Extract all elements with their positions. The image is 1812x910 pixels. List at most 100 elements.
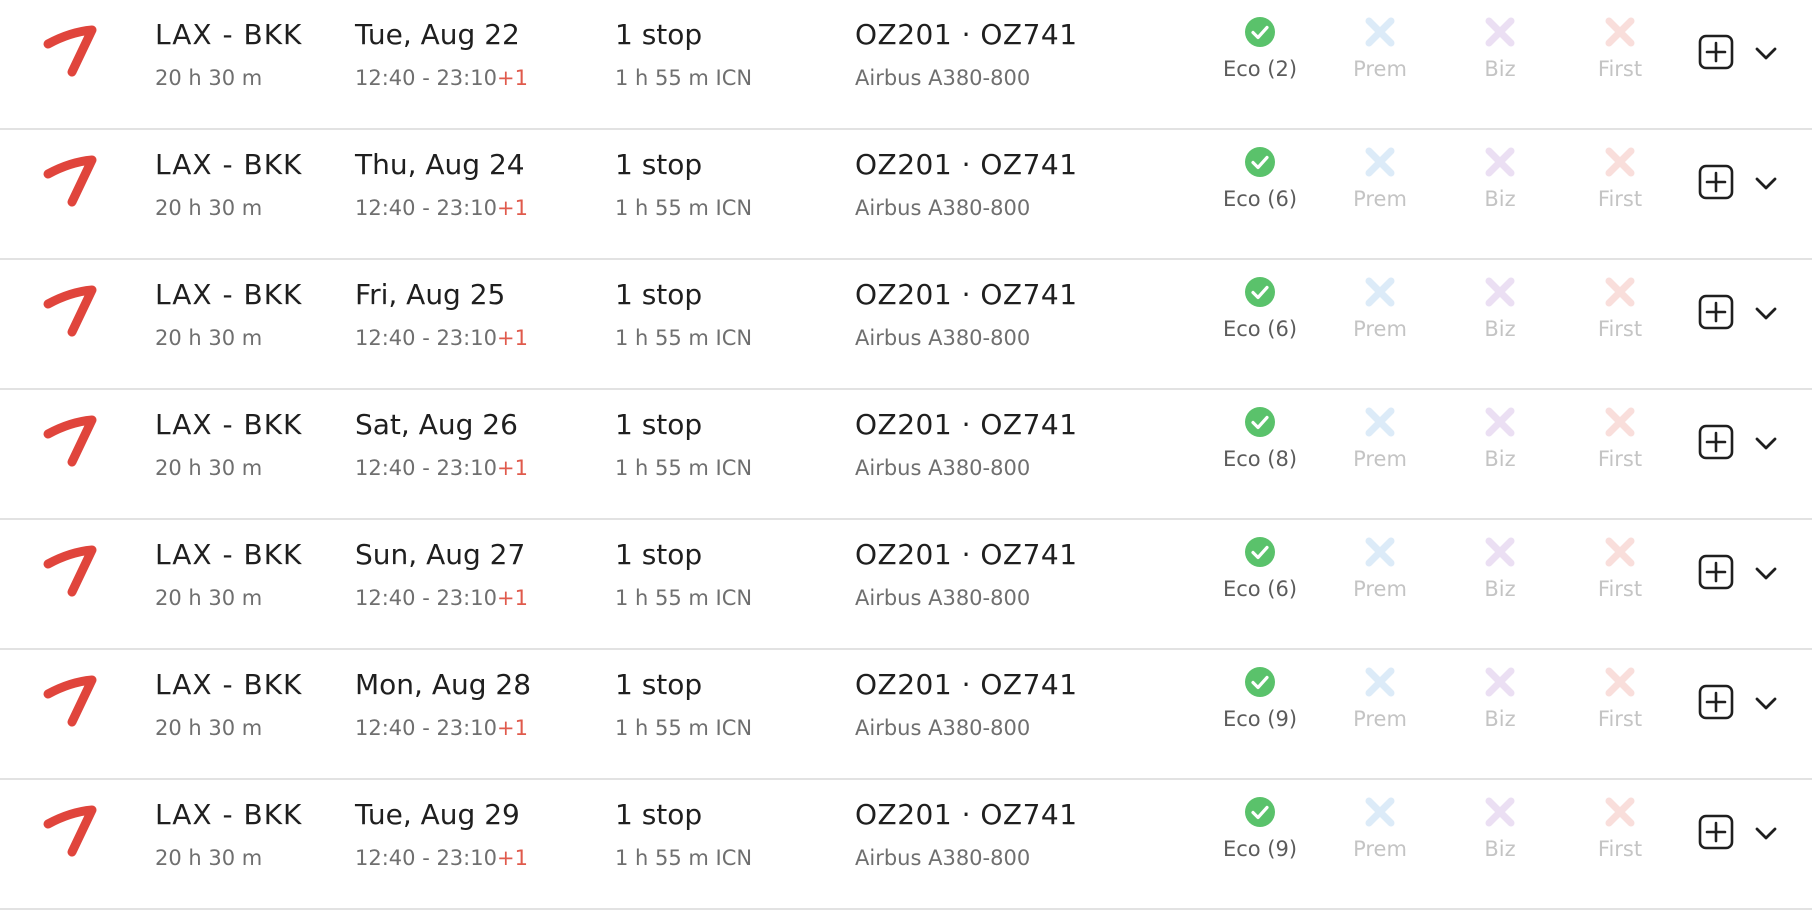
chevron-down-icon[interactable] — [1752, 300, 1780, 328]
flight-row[interactable]: LAX - BKK 20 h 30 m Fri, Aug 25 12:40 - … — [0, 260, 1812, 390]
check-circle-icon — [1245, 797, 1275, 827]
flight-row[interactable]: LAX - BKK 20 h 30 m Tue, Aug 29 12:40 - … — [0, 780, 1812, 910]
flight-numbers: OZ201 · OZ741 — [855, 538, 1078, 571]
x-icon — [1365, 407, 1395, 437]
day-offset: +1 — [496, 456, 528, 480]
add-flight-button[interactable] — [1698, 554, 1734, 590]
cabin-economy: Eco (6) — [1205, 146, 1315, 226]
departure-date: Sun, Aug 27 — [355, 538, 526, 571]
x-icon — [1605, 277, 1635, 307]
aircraft-type: Airbus A380-800 — [855, 196, 1031, 220]
cabin-first: First — [1565, 796, 1675, 876]
cabin-premium: Prem — [1325, 796, 1435, 876]
aircraft-type: Airbus A380-800 — [855, 326, 1031, 350]
x-icon — [1485, 17, 1515, 47]
cabin-label-first: First — [1597, 57, 1643, 81]
x-icon — [1605, 797, 1635, 827]
stop-count: 1 stop — [615, 798, 703, 831]
flight-numbers: OZ201 · OZ741 — [855, 278, 1078, 311]
x-icon — [1365, 277, 1395, 307]
layover-info: 1 h 55 m ICN — [615, 66, 753, 90]
add-flight-button[interactable] — [1698, 294, 1734, 330]
cabin-business: Biz — [1445, 146, 1555, 226]
flight-row[interactable]: LAX - BKK 20 h 30 m Mon, Aug 28 12:40 - … — [0, 650, 1812, 780]
layover-info: 1 h 55 m ICN — [615, 196, 753, 220]
stop-count: 1 stop — [615, 408, 703, 441]
aircraft-type: Airbus A380-800 — [855, 586, 1031, 610]
chevron-down-icon[interactable] — [1752, 430, 1780, 458]
time-range: 12:40 - 23:10 — [355, 456, 497, 480]
cabin-label-prem: Prem — [1353, 57, 1407, 81]
layover-info: 1 h 55 m ICN — [615, 586, 753, 610]
cabin-premium: Prem — [1325, 536, 1435, 616]
chevron-down-icon[interactable] — [1752, 40, 1780, 68]
check-circle-icon — [1245, 277, 1275, 307]
trip-duration: 20 h 30 m — [155, 326, 263, 350]
add-flight-button[interactable] — [1698, 814, 1734, 850]
airline-logo-icon — [43, 25, 97, 77]
departure-date: Tue, Aug 29 — [355, 798, 520, 831]
trip-duration: 20 h 30 m — [155, 716, 263, 740]
add-flight-button[interactable] — [1698, 164, 1734, 200]
chevron-down-icon[interactable] — [1752, 690, 1780, 718]
flight-row[interactable]: LAX - BKK 20 h 30 m Sat, Aug 26 12:40 - … — [0, 390, 1812, 520]
flight-times: 12:40 - 23:10+1 — [355, 845, 528, 871]
x-icon — [1485, 667, 1515, 697]
cabin-label-first: First — [1597, 577, 1643, 601]
stop-count: 1 stop — [615, 148, 703, 181]
flight-results-list: LAX - BKK 20 h 30 m Tue, Aug 22 12:40 - … — [0, 0, 1812, 910]
x-icon — [1365, 147, 1395, 177]
cabin-label-biz: Biz — [1484, 447, 1516, 471]
chevron-down-icon[interactable] — [1752, 560, 1780, 588]
departure-date: Thu, Aug 24 — [355, 148, 525, 181]
chevron-down-icon[interactable] — [1752, 170, 1780, 198]
cabin-label-eco: Eco (9) — [1222, 837, 1298, 861]
add-flight-button[interactable] — [1698, 424, 1734, 460]
cabin-premium: Prem — [1325, 406, 1435, 486]
add-flight-button[interactable] — [1698, 684, 1734, 720]
aircraft-type: Airbus A380-800 — [855, 846, 1031, 870]
add-flight-button[interactable] — [1698, 34, 1734, 70]
day-offset: +1 — [496, 716, 528, 740]
trip-duration: 20 h 30 m — [155, 846, 263, 870]
check-circle-icon — [1245, 667, 1275, 697]
flight-row[interactable]: LAX - BKK 20 h 30 m Thu, Aug 24 12:40 - … — [0, 130, 1812, 260]
layover-info: 1 h 55 m ICN — [615, 456, 753, 480]
day-offset: +1 — [496, 326, 528, 350]
x-icon — [1605, 667, 1635, 697]
time-range: 12:40 - 23:10 — [355, 326, 497, 350]
flight-times: 12:40 - 23:10+1 — [355, 65, 528, 91]
cabin-label-eco: Eco (2) — [1222, 57, 1298, 81]
x-icon — [1365, 797, 1395, 827]
cabin-label-eco: Eco (6) — [1222, 187, 1298, 211]
check-circle-icon — [1245, 17, 1275, 47]
x-icon — [1485, 407, 1515, 437]
chevron-down-icon[interactable] — [1752, 820, 1780, 848]
route: LAX - BKK — [155, 538, 303, 571]
cabin-premium: Prem — [1325, 276, 1435, 356]
cabin-first: First — [1565, 16, 1675, 96]
time-range: 12:40 - 23:10 — [355, 716, 497, 740]
time-range: 12:40 - 23:10 — [355, 196, 497, 220]
cabin-label-eco: Eco (6) — [1222, 577, 1298, 601]
stop-count: 1 stop — [615, 538, 703, 571]
flight-row[interactable]: LAX - BKK 20 h 30 m Sun, Aug 27 12:40 - … — [0, 520, 1812, 650]
x-icon — [1365, 537, 1395, 567]
x-icon — [1365, 667, 1395, 697]
cabin-business: Biz — [1445, 406, 1555, 486]
cabin-label-first: First — [1597, 187, 1643, 211]
cabin-label-biz: Biz — [1484, 837, 1516, 861]
layover-info: 1 h 55 m ICN — [615, 716, 753, 740]
cabin-business: Biz — [1445, 796, 1555, 876]
departure-date: Sat, Aug 26 — [355, 408, 518, 441]
cabin-economy: Eco (6) — [1205, 276, 1315, 356]
cabin-economy: Eco (9) — [1205, 796, 1315, 876]
trip-duration: 20 h 30 m — [155, 586, 263, 610]
flight-times: 12:40 - 23:10+1 — [355, 715, 528, 741]
cabin-economy: Eco (9) — [1205, 666, 1315, 746]
flight-times: 12:40 - 23:10+1 — [355, 585, 528, 611]
stop-count: 1 stop — [615, 18, 703, 51]
cabin-label-prem: Prem — [1353, 447, 1407, 471]
flight-row[interactable]: LAX - BKK 20 h 30 m Tue, Aug 22 12:40 - … — [0, 0, 1812, 130]
trip-duration: 20 h 30 m — [155, 196, 263, 220]
